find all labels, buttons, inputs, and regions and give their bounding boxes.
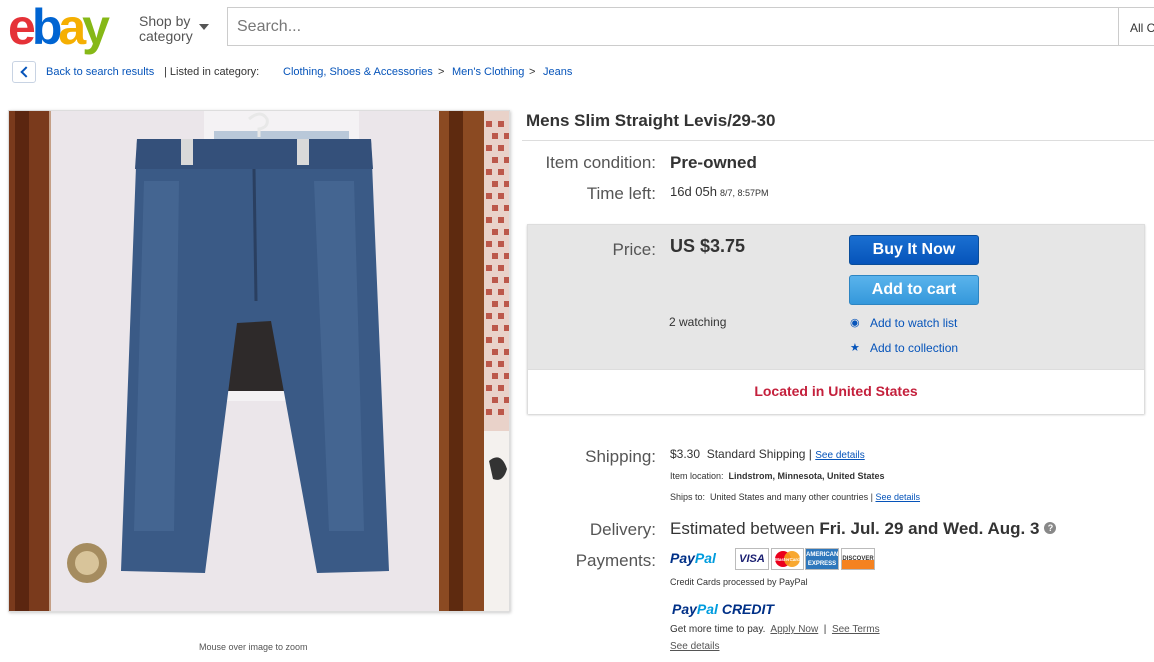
ebay-logo[interactable]: ebay [8,2,110,52]
time-left-label: Time left: [586,184,656,203]
star-icon: ★ [850,342,860,354]
buy-it-now-button[interactable]: Buy It Now [849,235,979,265]
back-to-search-link[interactable]: Back to search results [46,66,154,78]
divider [522,140,1154,141]
ebay-item-page: ebay Shop by category All C Back to sear… [0,0,1154,662]
price-value: US $3.75 [670,236,746,256]
payments-label: Payments: [575,551,656,570]
condition-value: Pre-owned [670,153,757,172]
category-select[interactable]: All C [1119,7,1154,46]
credit-card-note: Credit Cards processed by PayPal [670,577,808,587]
search-input[interactable] [228,8,1118,45]
shop-by-category-button[interactable]: Shop by category [139,14,199,44]
back-arrow-icon[interactable] [12,61,36,83]
jeans-photo-illustration [9,111,509,611]
visa-card-icon: VISA [735,548,769,570]
zoom-hint: Mouse over image to zoom [199,642,308,652]
time-left-end: 8/7, 8:57PM [720,188,769,198]
breadcrumb-clothing[interactable]: Clothing, Shoes & Accessories [283,66,433,78]
add-to-cart-button[interactable]: Add to cart [849,275,979,305]
search-box [227,7,1119,46]
more-time-text: Get more time to pay. [670,624,766,635]
ships-to: Ships to: United States and many other c… [670,492,921,502]
see-terms-link[interactable]: See Terms [832,624,880,635]
breadcrumb-separator: > [529,66,536,78]
delivery-estimate: Estimated between Fri. Jul. 29 and Wed. … [670,519,1057,539]
located-in-text: Located in United States [754,383,918,399]
shipping-see-details-link[interactable]: See details [815,450,864,461]
amex-card-icon: AMERICAN EXPRESS [805,548,839,570]
discover-card-icon: DISCOVER [841,548,875,570]
shipping-method: Standard Shipping [706,447,806,461]
mastercard-icon: MasterCard [771,548,804,570]
payments-see-details-link[interactable]: See details [670,641,719,652]
breadcrumb-separator: > [438,66,445,78]
watching-count: 2 watching [669,315,727,329]
header: ebay Shop by category All C [0,0,1154,52]
breadcrumb-mens-clothing[interactable]: Men's Clothing [452,66,524,78]
breadcrumb-jeans[interactable]: Jeans [543,66,572,78]
ships-to-value: United States and many other countries [710,492,869,502]
paypal-credit-logo: PayPal CREDIT [672,601,774,617]
item-location-value: Lindstrom, Minnesota, United States [728,471,885,481]
paypal-credit-line: Get more time to pay. Apply Now | See Te… [670,624,880,635]
payments-see-details: See details [670,641,719,652]
paypal-logo: PayPal [670,550,716,566]
eye-icon: ◉ [850,317,860,329]
shipping-label: Shipping: [585,447,656,466]
item-location: Item location: Lindstrom, Minnesota, Uni… [670,471,885,481]
ships-to-label: Ships to: [670,492,706,502]
price-label: Price: [612,240,656,259]
delivery-range: Fri. Jul. 29 and Wed. Aug. 3 [819,519,1040,538]
delivery-prefix: Estimated between [670,519,815,538]
time-left-value: 16d 05h 8/7, 8:57PM [670,184,769,199]
ships-to-see-details-link[interactable]: See details [875,492,920,502]
help-icon[interactable]: ? [1044,522,1057,534]
delivery-label: Delivery: [589,520,656,539]
item-title: Mens Slim Straight Levis/29-30 [526,111,776,130]
time-left-remaining: 16d 05h [670,184,717,199]
item-location-label: Item location: [670,471,724,481]
listed-in-label: | Listed in category: [164,66,260,78]
chevron-down-icon[interactable] [199,24,209,30]
apply-now-link[interactable]: Apply Now [770,624,818,635]
add-to-collection-link[interactable]: Add to collection [870,341,958,355]
add-to-watch-list-link[interactable]: Add to watch list [870,316,957,330]
shipping-amount: $3.30 [670,447,701,461]
item-photo[interactable] [8,110,510,612]
svg-text:MasterCard: MasterCard [775,557,800,562]
shipping-cost: $3.30 Standard Shipping | See details [670,447,865,461]
condition-label: Item condition: [545,153,656,172]
